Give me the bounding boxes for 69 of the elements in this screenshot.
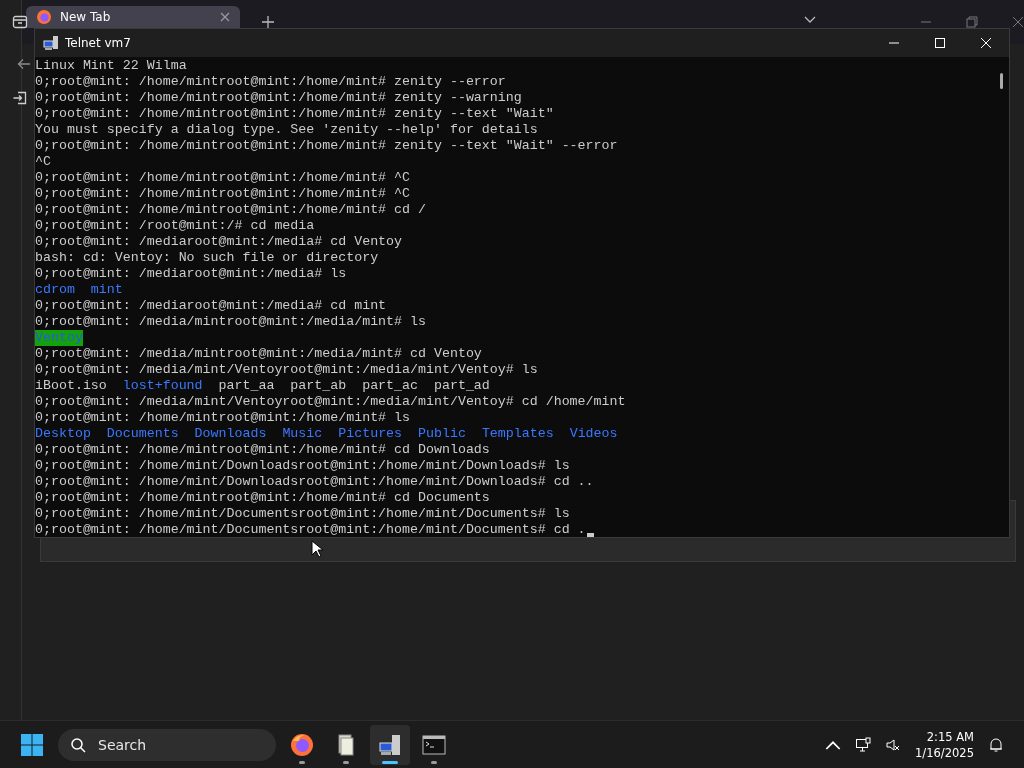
- listing-entry: Pictures: [338, 426, 403, 442]
- search-icon: [70, 736, 86, 753]
- chevron-down-icon[interactable]: [804, 16, 816, 24]
- listing-entry: mint: [90, 282, 123, 298]
- computer-icon: [43, 35, 59, 51]
- listing-entry: Ventoy: [35, 330, 83, 346]
- start-icon[interactable]: [20, 732, 44, 757]
- firefox-icon: [290, 732, 314, 757]
- muted-speaker-icon[interactable]: [885, 736, 902, 753]
- listing-entry: Music: [282, 426, 323, 442]
- terminal-line: 0;root@mint: /home/mint/Documentsroot@mint:/home/mint/Documents# cd .: [35, 522, 586, 537]
- network-icon[interactable]: [855, 736, 872, 753]
- search-field[interactable]: Search: [58, 728, 276, 761]
- sign-in-icon[interactable]: [12, 90, 28, 106]
- listing-entry: part_ad: [433, 378, 490, 394]
- terminal-line: 0;root@mint: /media/mint/Ventoyroot@mint:/media/mint/Ventoy# ls: [35, 362, 538, 378]
- search-input[interactable]: Search: [96, 735, 250, 754]
- terminal-line: 0;root@mint: /home/mintroot@mint:/home/mint# zenity --text "Wait": [35, 106, 554, 122]
- terminal-line: ^C: [35, 154, 51, 170]
- terminal-line: 0;root@mint: /root@mint:/# cd media: [35, 218, 315, 234]
- terminal-line: Linux Mint 22 Wilma: [35, 58, 187, 74]
- listing-entry: iBoot.iso: [35, 378, 107, 394]
- computer-icon: [378, 732, 402, 757]
- clock-date[interactable]: 1/16/2025: [915, 744, 974, 761]
- terminal-line: 0;root@mint: /mediaroot@mint:/media# cd mint: [35, 298, 387, 314]
- listing-entry: part_aa: [218, 378, 275, 394]
- restore-icon[interactable]: [966, 16, 978, 28]
- notification-bell-icon[interactable]: [988, 736, 1004, 753]
- listing-entry: Public: [418, 426, 466, 442]
- terminal-line: 0;root@mint: /home/mintroot@mint:/home/mint# ls: [35, 410, 411, 426]
- terminal-line: 0;root@mint: /home/mintroot@mint:/home/mint# cd Documents: [35, 490, 490, 506]
- terminal-line: bash: cd: Ventoy: No such file or directory: [35, 250, 379, 266]
- listing-entry: part_ab: [290, 378, 347, 394]
- terminal-line: 0;root@mint: /media/mint/Ventoyroot@mint:/media/mint/Ventoy# cd /home/mint: [35, 394, 626, 410]
- terminal-line: 0;root@mint: /home/mintroot@mint:/home/mint# zenity --error: [35, 74, 506, 90]
- back-icon[interactable]: [16, 56, 32, 72]
- sidebar-icon[interactable]: [12, 14, 28, 30]
- new-tab-icon[interactable]: [262, 16, 274, 28]
- terminal-line: 0;root@mint: /media/mintroot@mint:/media/mint# ls: [35, 314, 426, 330]
- listing-entry: cdrom: [35, 282, 75, 298]
- scrollbar-thumb[interactable]: [1000, 73, 1003, 89]
- listing-entry: Desktop: [35, 426, 91, 442]
- listing-entry: Downloads: [194, 426, 267, 442]
- terminal-line: 0;root@mint: /media/mintroot@mint:/media/mint# cd Ventoy: [35, 346, 482, 362]
- listing-entry: Videos: [569, 426, 618, 442]
- mouse-pointer-icon: [311, 540, 323, 558]
- terminal-line: 0;root@mint: /home/mintroot@mint:/home/mint# ^C: [35, 186, 411, 202]
- window-title: Telnet vm7: [65, 36, 131, 50]
- terminal-line: You must specify a dialog type. See 'zenity --help' for details: [35, 122, 538, 138]
- listing-entry: part_ac: [362, 378, 418, 394]
- terminal-line: 0;root@mint: /home/mintroot@mint:/home/mint# ^C: [35, 170, 411, 186]
- terminal-line: 0;root@mint: /home/mint/Documentsroot@mint:/home/mint/Documents# ls: [35, 506, 570, 522]
- terminal-line: 0;root@mint: /mediaroot@mint:/media# cd Ventoy: [35, 234, 403, 250]
- terminal-line: 0;root@mint: /home/mintroot@mint:/home/mint# zenity --text "Wait" --error: [35, 138, 618, 154]
- listing-entry: lost+found: [122, 378, 203, 394]
- terminal-line: 0;root@mint: /home/mint/Downloadsroot@mint:/home/mint/Downloads# cd ..: [35, 474, 594, 490]
- console-icon: [422, 732, 446, 757]
- terminal-line: 0;root@mint: /home/mintroot@mint:/home/mint# cd /: [35, 202, 426, 218]
- listing-entry: Documents: [106, 426, 179, 442]
- firefox-icon: [36, 9, 52, 25]
- terminal-line: 0;root@mint: /home/mint/Downloadsroot@mint:/home/mint/Downloads# ls: [35, 458, 570, 474]
- maximize-icon[interactable]: [934, 37, 946, 49]
- telnet-taskbar-button[interactable]: [370, 724, 410, 765]
- terminal-line: 0;root@mint: /mediaroot@mint:/media# ls: [35, 266, 347, 282]
- clock-time[interactable]: 2:15 AM: [926, 728, 974, 745]
- browser-tab[interactable]: New Tab: [26, 6, 240, 28]
- listing-entry: Templates: [481, 426, 554, 442]
- terminal-line: 0;root@mint: /home/mintroot@mint:/home/mint# cd Downloads: [35, 442, 490, 458]
- terminal-line: 0;root@mint: /home/mintroot@mint:/home/mint# zenity --warning: [35, 90, 522, 106]
